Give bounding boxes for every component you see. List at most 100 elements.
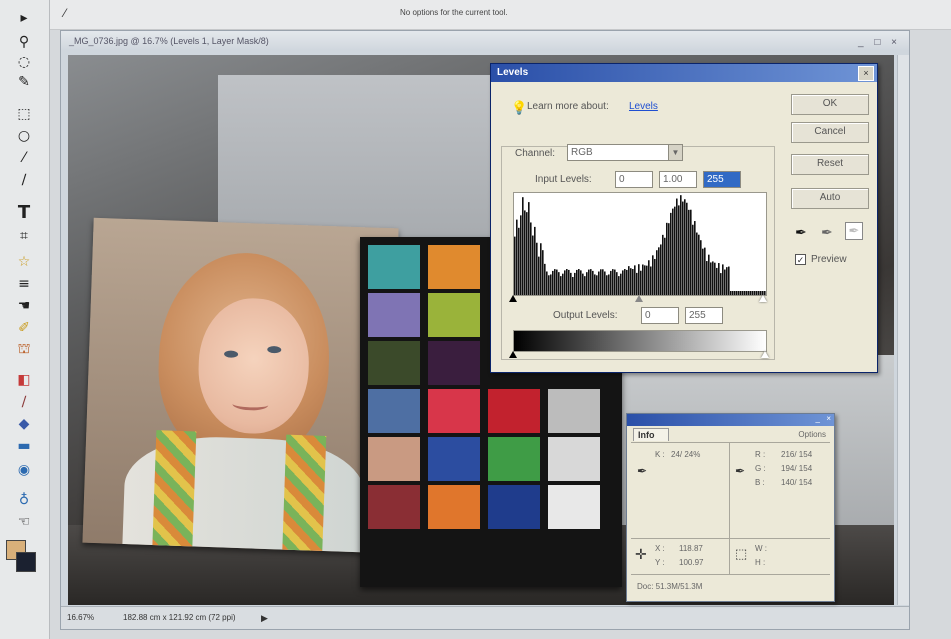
input-gamma-field[interactable]: 1.00 [659, 171, 697, 188]
history-brush-icon[interactable]: ∕ [12, 392, 36, 412]
histogram-bar [650, 266, 652, 295]
histogram-bar [580, 270, 582, 295]
histogram-bar [646, 265, 648, 295]
smudge-tool-icon[interactable]: ☚ [12, 296, 36, 316]
output-white-field[interactable]: 255 [685, 307, 723, 324]
histogram-bar [672, 208, 674, 295]
output-black-field[interactable]: 0 [641, 307, 679, 324]
histogram-bar [728, 266, 730, 295]
histogram-bar [514, 236, 516, 295]
gamma-slider[interactable] [635, 295, 643, 302]
patch-blue [428, 437, 480, 481]
pen-tool-icon[interactable]: ♁ [12, 490, 36, 510]
marquee-tool-icon[interactable]: ⬚ [12, 104, 36, 124]
gray-eyedropper-icon[interactable]: ✒ [821, 224, 833, 241]
white-point-slider[interactable] [759, 295, 767, 302]
patch-navy [488, 485, 540, 529]
stamp-tool-icon[interactable]: ⛫ [12, 340, 36, 360]
window-controls[interactable]: _ □ × [858, 33, 901, 53]
patch-green [488, 437, 540, 481]
output-levels-label: Output Levels: [553, 310, 618, 321]
histogram-bar [624, 269, 626, 295]
histogram-bar [536, 242, 538, 295]
crop-tool-icon[interactable]: ⌗ [12, 226, 36, 246]
input-slider[interactable] [509, 295, 767, 303]
patch-white-2 [548, 485, 600, 529]
close-palette-icon[interactable]: × [826, 414, 831, 423]
polygon-lasso-icon[interactable]: ○ [12, 126, 36, 146]
histogram-bar [544, 263, 546, 295]
status-menu-arrow-icon[interactable]: ▶ [261, 607, 268, 629]
input-white-field[interactable]: 255 [703, 171, 741, 188]
input-black-field[interactable]: 0 [615, 171, 653, 188]
chevron-down-icon[interactable]: ▼ [668, 145, 682, 160]
brush-tool-icon[interactable]: ∕ [12, 170, 36, 190]
apron-strap-left [152, 430, 197, 552]
output-gradient [513, 330, 767, 352]
ok-button[interactable]: OK [791, 94, 869, 115]
output-black-slider[interactable] [509, 351, 517, 358]
magic-wand-icon[interactable]: ⁄ [12, 148, 36, 168]
eraser-tool-icon[interactable]: ◧ [12, 370, 36, 390]
right-eye [267, 345, 282, 354]
levels-title-bar[interactable]: Levels [491, 64, 877, 82]
preview-checkbox[interactable]: ✓ [795, 254, 806, 265]
lasso-tool-icon[interactable]: ◌ [12, 52, 36, 72]
black-eyedropper-icon[interactable]: ✒ [795, 224, 807, 241]
zoom-tool-icon[interactable]: ⚲ [12, 32, 36, 52]
h-label: H : [755, 558, 766, 567]
document-title-bar[interactable]: _MG_0736.jpg @ 16.7% (Levels 1, Layer Ma… [61, 31, 909, 51]
zoom-level[interactable]: 16.67% [67, 607, 94, 629]
type-tool-icon[interactable]: T [12, 202, 36, 223]
vertical-scrollbar[interactable] [897, 55, 909, 605]
black-point-slider[interactable] [509, 295, 517, 302]
histogram-bar [666, 222, 668, 295]
output-white-slider[interactable] [761, 351, 769, 358]
info-tab[interactable]: Info [633, 428, 669, 441]
slice-tool-icon[interactable]: ≡ [12, 274, 36, 294]
eyedropper-tool-icon[interactable]: ✎ [12, 72, 36, 92]
histogram-bar [586, 272, 588, 295]
paint-bucket-icon[interactable]: ◆ [12, 414, 36, 434]
histogram-bar [600, 269, 602, 295]
channel-select[interactable]: RGB ▼ [567, 144, 683, 161]
learn-more-link[interactable]: Levels [629, 101, 658, 112]
pencil-tool-icon[interactable]: ✐ [12, 318, 36, 338]
auto-button[interactable]: Auto [791, 188, 869, 209]
histogram-bar [670, 212, 672, 295]
histogram-bar [656, 250, 658, 295]
move-tool-icon[interactable]: ▸ [12, 8, 36, 28]
histogram-bar [576, 269, 578, 295]
options-message: No options for the current tool. [400, 8, 508, 17]
divider [631, 442, 830, 443]
histogram-bar [618, 276, 620, 295]
info-title-bar[interactable] [627, 414, 834, 426]
patch-skin [368, 437, 420, 481]
reset-button[interactable]: Reset [791, 154, 869, 175]
histogram-bar [546, 271, 548, 295]
document-title: _MG_0736.jpg @ 16.7% (Levels 1, Layer Ma… [69, 36, 269, 46]
histogram-bar [634, 265, 636, 295]
r-value: 216/ 154 [781, 450, 813, 459]
tool-preset-icon[interactable]: ⁄ [64, 6, 66, 20]
cancel-button[interactable]: Cancel [791, 122, 869, 143]
histogram-bar [698, 234, 700, 295]
shape-tool-icon[interactable]: ☆ [12, 252, 36, 272]
minimize-icon[interactable]: _ [816, 414, 820, 423]
white-eyedropper-icon[interactable]: ✒ [845, 222, 863, 240]
histogram-bar [524, 210, 526, 295]
patch-orange-2 [428, 485, 480, 529]
histogram-bar [630, 268, 632, 295]
hand-tool-icon[interactable]: ☜ [12, 512, 36, 532]
palette-options-button[interactable]: Options [798, 430, 826, 439]
histogram-bar [682, 201, 684, 295]
histogram-bar [620, 273, 622, 295]
histogram-bar [590, 269, 592, 295]
histogram-bar [676, 198, 678, 295]
histogram-bar [584, 276, 586, 295]
histogram-bar [596, 275, 598, 295]
background-color-swatch[interactable] [16, 552, 36, 572]
gradient-tool-icon[interactable]: ▬ [12, 436, 36, 456]
notes-tool-icon[interactable]: ◉ [12, 460, 36, 480]
close-icon[interactable]: × [858, 66, 874, 81]
